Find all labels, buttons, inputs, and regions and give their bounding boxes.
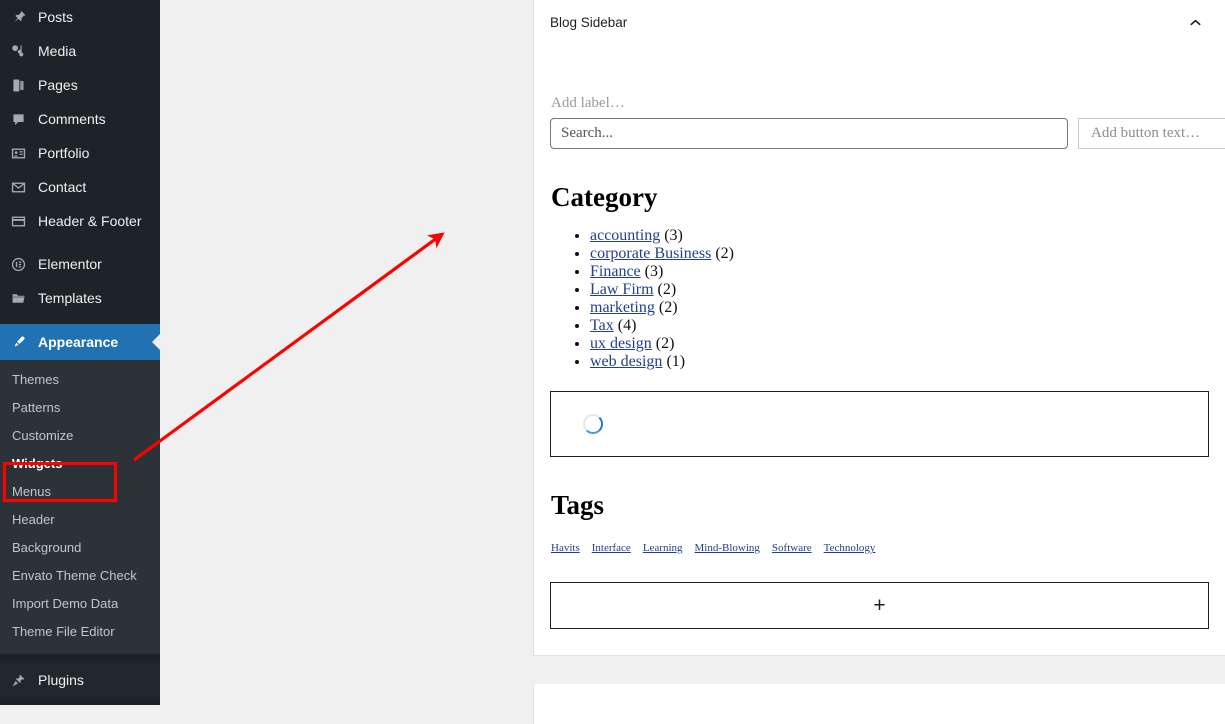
submenu-item-menus[interactable]: Menus [0, 478, 160, 506]
menu-divider [0, 654, 160, 663]
submenu-item-widgets[interactable]: Widgets [0, 450, 160, 478]
search-label-placeholder[interactable]: Add label… [551, 95, 1209, 112]
category-count: (2) [658, 298, 678, 316]
menu-divider [0, 238, 160, 247]
chevron-up-icon[interactable] [1181, 8, 1209, 36]
loading-spinner-icon [583, 413, 603, 434]
sidebar-item-contact[interactable]: Contact [0, 170, 160, 204]
sidebar-item-label: Header & Footer [38, 213, 142, 229]
tag-cloud: Havits Interface Learning Mind-Blowing S… [551, 542, 1209, 554]
panel-title: Blog Sidebar [550, 14, 628, 30]
category-link[interactable]: Law Firm [590, 281, 654, 298]
category-link[interactable]: corporate Business [590, 245, 711, 262]
category-count: (3) [644, 262, 664, 280]
sidebar-item-label: Plugins [38, 672, 84, 688]
elementor-icon [10, 256, 38, 273]
submenu-item-header[interactable]: Header [0, 506, 160, 534]
submenu-item-import-demo-data[interactable]: Import Demo Data [0, 590, 160, 618]
widget-area-panel-blog-sidebar: Blog Sidebar Add label… Search... Add bu… [533, 0, 1225, 656]
category-count: (1) [666, 352, 686, 370]
list-item: web design (1) [590, 353, 1209, 371]
submenu-item-customize[interactable]: Customize [0, 422, 160, 450]
sidebar-item-header-footer[interactable]: Header & Footer [0, 204, 160, 238]
add-block-button[interactable]: + [550, 582, 1209, 630]
appearance-submenu: Themes Patterns Customize Widgets Menus … [0, 360, 160, 654]
search-row: Search... Add button text… [550, 118, 1225, 149]
loading-widget-block[interactable] [550, 390, 1209, 457]
sidebar-item-comments[interactable]: Comments [0, 102, 160, 136]
sidebar-item-label: Elementor [38, 256, 102, 272]
panel-body: Add label… Search... Add button text… Ca… [534, 95, 1225, 630]
list-item: Law Firm (2) [590, 281, 1209, 299]
sidebar-item-templates[interactable]: Templates [0, 281, 160, 315]
category-link[interactable]: Tax [590, 317, 614, 334]
tag-link[interactable]: Learning [643, 542, 683, 554]
sidebar-item-media[interactable]: Media [0, 34, 160, 68]
sidebar-item-appearance[interactable]: Appearance [0, 324, 160, 360]
sidebar-item-label: Posts [38, 9, 74, 25]
sidebar-item-posts[interactable]: Posts [0, 0, 160, 34]
pin-icon [10, 9, 38, 26]
category-count: (2) [655, 334, 675, 352]
sidebar-item-label: Portfolio [38, 145, 90, 161]
category-count: (4) [617, 316, 637, 334]
submenu-item-theme-file-editor[interactable]: Theme File Editor [0, 618, 160, 646]
search-input[interactable]: Search... [550, 118, 1068, 149]
sidebar-item-plugins[interactable]: Plugins [0, 663, 160, 697]
submenu-item-patterns[interactable]: Patterns [0, 394, 160, 422]
sidebar-item-label: Comments [38, 111, 106, 127]
tags-heading: Tags [551, 489, 605, 520]
submenu-item-envato-theme-check[interactable]: Envato Theme Check [0, 562, 160, 590]
plus-icon: + [873, 594, 886, 618]
pages-icon [10, 77, 38, 94]
search-widget-block: Add label… Search... Add button text… [550, 95, 1225, 149]
comment-icon [10, 111, 38, 128]
list-item: marketing (2) [590, 299, 1209, 317]
category-link[interactable]: web design [590, 353, 662, 370]
submenu-item-background[interactable]: Background [0, 534, 160, 562]
tag-link[interactable]: Software [772, 542, 812, 554]
media-icon [10, 43, 38, 60]
tag-link[interactable]: Interface [592, 542, 631, 554]
sidebar-item-label: Contact [38, 179, 87, 195]
menu-divider [0, 315, 160, 324]
category-link[interactable]: Finance [590, 263, 641, 280]
portfolio-icon [10, 145, 38, 162]
widget-area-panel-next [533, 684, 1225, 724]
list-item: Tax (4) [590, 317, 1209, 335]
sidebar-item-elementor[interactable]: Elementor [0, 247, 160, 281]
sidebar-item-label: Appearance [38, 334, 119, 350]
list-item: corporate Business (2) [590, 245, 1209, 263]
tags-widget-block: Tags Havits Interface Learning Mind-Blow… [550, 489, 1209, 554]
category-count: (2) [657, 280, 677, 298]
sidebar-item-label: Pages [38, 77, 78, 93]
sidebar-item-pages[interactable]: Pages [0, 68, 160, 102]
sidebar-item-label: Templates [38, 290, 102, 306]
header-footer-icon [10, 213, 38, 230]
brush-icon [10, 334, 38, 351]
category-link[interactable]: accounting [590, 227, 660, 244]
list-item: accounting (3) [590, 227, 1209, 245]
list-item: Finance (3) [590, 263, 1209, 281]
category-heading: Category [551, 182, 658, 212]
submenu-item-themes[interactable]: Themes [0, 366, 160, 394]
admin-sidebar: Posts Media Pages Comments Portfolio Con… [0, 0, 160, 705]
list-item: ux design (2) [590, 335, 1209, 353]
category-list: accounting (3) corporate Business (2) Fi… [550, 227, 1209, 371]
category-widget-block: Category accounting (3) corporate Busine… [550, 182, 1209, 371]
tag-link[interactable]: Havits [551, 542, 580, 554]
folder-icon [10, 290, 38, 307]
tag-link[interactable]: Mind-Blowing [695, 542, 760, 554]
plug-icon [10, 672, 38, 689]
category-count: (2) [715, 244, 734, 262]
envelope-icon [10, 179, 38, 196]
tag-link[interactable]: Technology [824, 542, 876, 554]
category-count: (3) [664, 226, 683, 244]
sidebar-item-label: Media [38, 43, 77, 59]
search-button-text-input[interactable]: Add button text… [1078, 118, 1225, 149]
sidebar-item-portfolio[interactable]: Portfolio [0, 136, 160, 170]
panel-header: Blog Sidebar [534, 0, 1225, 33]
category-link[interactable]: ux design [590, 335, 652, 352]
category-link[interactable]: marketing [590, 299, 655, 316]
